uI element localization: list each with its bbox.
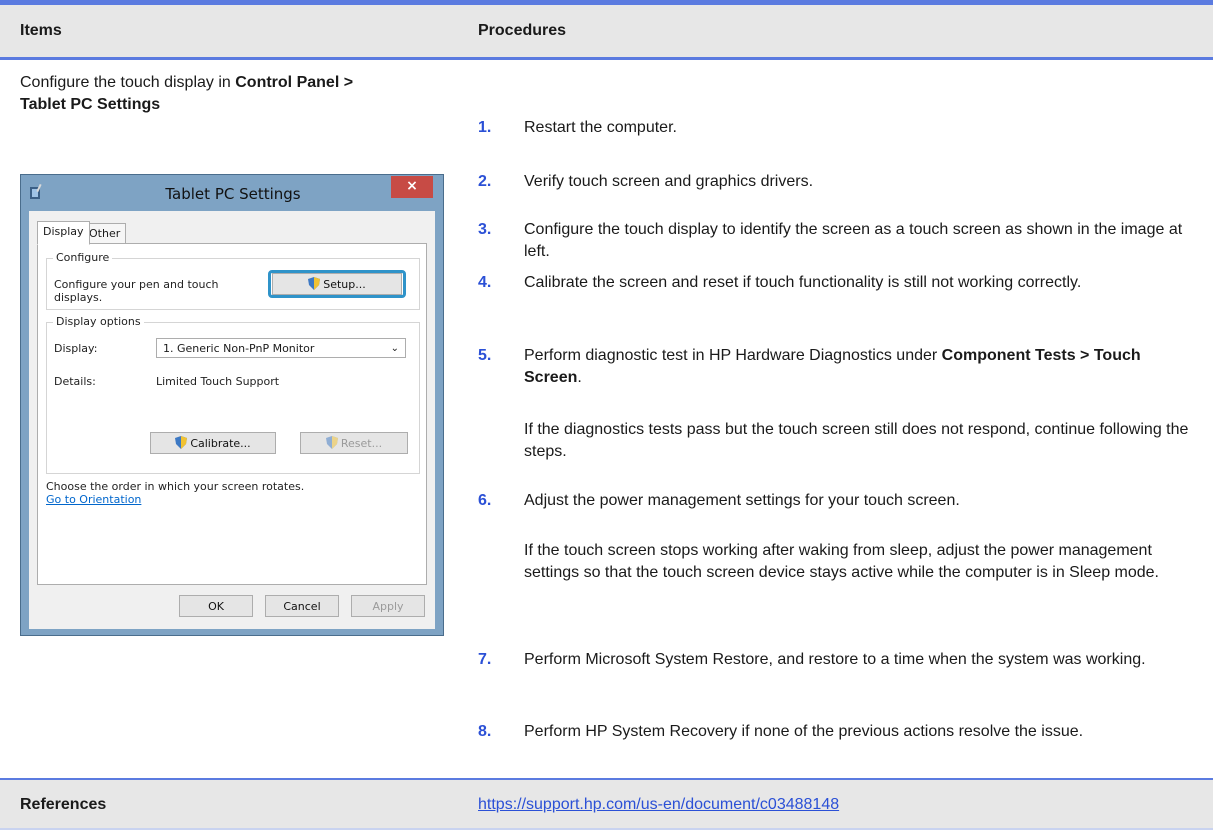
orientation-text: Choose the order in which your screen ro… bbox=[46, 480, 305, 493]
uac-shield-icon bbox=[308, 277, 321, 290]
step-number: 2. bbox=[478, 173, 492, 190]
chevron-down-icon: ⌄ bbox=[390, 343, 399, 354]
cancel-button[interactable]: Cancel bbox=[265, 595, 339, 617]
step-text: Configure the touch display to identify … bbox=[524, 221, 1183, 260]
step-text: Calibrate the screen and reset if touch … bbox=[524, 274, 1082, 291]
step-text: Perform HP System Recovery if none of th… bbox=[524, 723, 1084, 740]
display-tab-panel: Configure Configure your pen and touch d… bbox=[37, 243, 427, 585]
step-number: 6. bbox=[478, 492, 492, 509]
step-text: Restart the computer. bbox=[524, 119, 677, 136]
step-number: 7. bbox=[478, 651, 492, 668]
details-label: Details: bbox=[54, 375, 96, 388]
close-button[interactable]: × bbox=[391, 176, 433, 198]
dialog-body: Display Other Configure Configure your p… bbox=[29, 211, 435, 629]
step-6-note: If the touch screen stops working after … bbox=[524, 542, 1159, 581]
item-description: Configure the touch display in Control P… bbox=[20, 74, 354, 113]
dialog-title: Tablet PC Settings bbox=[165, 185, 301, 203]
header-procedures: Procedures bbox=[478, 22, 567, 39]
go-to-orientation-link[interactable]: Go to Orientation bbox=[46, 493, 141, 506]
step-text: Adjust the power management settings for… bbox=[524, 492, 960, 509]
calibrate-button[interactable]: Calibrate... bbox=[150, 432, 276, 454]
step-number: 1. bbox=[478, 119, 492, 136]
step-number: 4. bbox=[478, 274, 492, 291]
details-value: Limited Touch Support bbox=[156, 375, 280, 388]
header-items: Items bbox=[20, 22, 62, 39]
step-text: Perform Microsoft System Restore, and re… bbox=[524, 651, 1146, 668]
step-number: 8. bbox=[478, 723, 492, 740]
references-link[interactable]: https://support.hp.com/us-en/document/c0… bbox=[478, 796, 839, 814]
uac-shield-icon bbox=[325, 436, 338, 449]
references-label: References bbox=[20, 796, 107, 813]
tab-display[interactable]: Display bbox=[37, 221, 90, 245]
configure-group-label: Configure bbox=[53, 251, 113, 264]
uac-shield-icon bbox=[175, 436, 188, 449]
table-header: Items Procedures bbox=[0, 5, 1213, 60]
step-text: Perform diagnostic test in HP Hardware D… bbox=[524, 347, 1141, 386]
tablet-pc-settings-dialog: Tablet PC Settings × Display Other Confi… bbox=[20, 174, 444, 636]
apply-button[interactable]: Apply bbox=[351, 595, 425, 617]
display-label: Display: bbox=[54, 342, 98, 355]
display-options-label: Display options bbox=[53, 315, 144, 328]
step-text: Verify touch screen and graphics drivers… bbox=[524, 173, 814, 190]
step-number: 3. bbox=[478, 221, 492, 238]
references-row: References https://support.hp.com/us-en/… bbox=[0, 780, 1213, 828]
step-number: 5. bbox=[478, 347, 492, 364]
step-5-note: If the diagnostics tests pass but the to… bbox=[524, 421, 1189, 460]
ok-button[interactable]: OK bbox=[179, 595, 253, 617]
display-select[interactable]: 1. Generic Non-PnP Monitor ⌄ bbox=[156, 338, 406, 358]
configure-text: Configure your pen and touch displays. bbox=[54, 278, 219, 304]
setup-button[interactable]: Setup... bbox=[272, 273, 402, 295]
reset-button[interactable]: Reset... bbox=[300, 432, 408, 454]
